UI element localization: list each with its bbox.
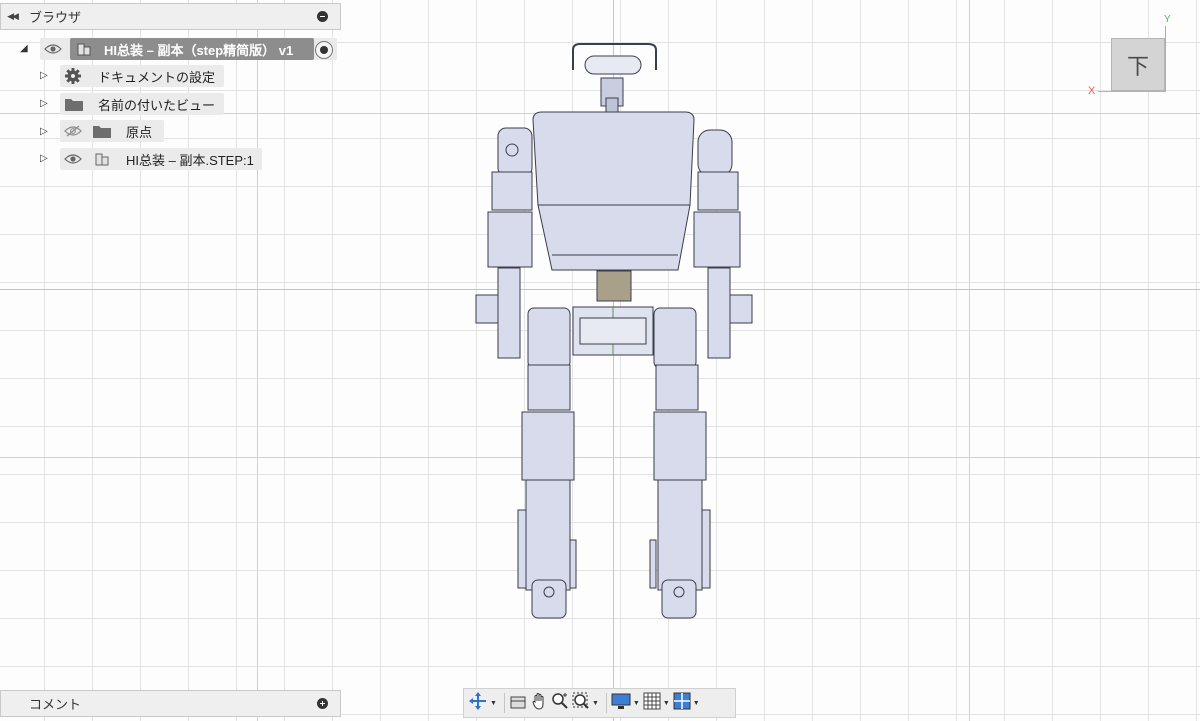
collapse-panel-icon[interactable]: ◀◀ xyxy=(1,11,23,22)
zoom-icon xyxy=(551,692,569,715)
fit-icon xyxy=(572,692,590,715)
orbit-icon xyxy=(468,691,488,716)
expand-item-icon[interactable]: ▷ xyxy=(40,98,48,109)
view-cube-face-label: 下 xyxy=(1126,53,1149,79)
component-icon xyxy=(76,41,92,57)
toolbar-separator xyxy=(605,693,607,713)
display-settings-icon xyxy=(611,692,631,715)
gear-icon xyxy=(64,67,82,85)
folder-icon xyxy=(92,123,112,139)
add-comment-button[interactable] xyxy=(317,698,328,709)
cube-x-label: X xyxy=(1088,85,1096,97)
grid-major-line xyxy=(969,0,970,721)
pan-icon xyxy=(530,692,548,715)
root-name: HI总装 – 副本（step精简版） v1 xyxy=(104,42,294,58)
minimize-panel-button[interactable] xyxy=(317,11,328,22)
expand-root-icon[interactable]: ◢ xyxy=(20,43,28,54)
look-at-button[interactable] xyxy=(509,691,527,715)
cube-y-label: Y xyxy=(1164,14,1171,25)
toolbar-separator xyxy=(503,693,505,713)
folder-icon xyxy=(64,96,84,112)
tree-item-label: 原点 xyxy=(126,124,153,140)
expand-item-icon[interactable]: ▷ xyxy=(40,70,48,81)
dropdown-arrow-icon[interactable]: ▼ xyxy=(663,700,670,707)
zoom-button[interactable] xyxy=(551,691,569,715)
look-at-icon xyxy=(509,692,527,715)
browser-panel-header: ◀◀ ブラウザ xyxy=(0,3,341,30)
pan-button[interactable] xyxy=(530,691,548,715)
visibility-eye-icon[interactable] xyxy=(44,43,64,55)
comments-label: コメント xyxy=(29,697,82,712)
fit-button[interactable]: ▼ xyxy=(572,691,599,715)
grid-snap-icon xyxy=(643,692,661,715)
visibility-eye-icon[interactable] xyxy=(64,153,84,165)
robot-model[interactable] xyxy=(470,40,760,625)
activate-radio-icon[interactable] xyxy=(315,41,333,59)
tree-item-label: HI总装 – 副本.STEP:1 xyxy=(126,152,254,168)
dropdown-arrow-icon[interactable]: ▼ xyxy=(693,700,700,707)
tree-item-named-views[interactable]: 名前の付いたビュー xyxy=(60,93,224,115)
tree-root-row[interactable]: HI总装 – 副本（step精简版） v1 xyxy=(40,38,337,60)
cube-y-axis xyxy=(1165,26,1166,91)
expand-item-icon[interactable]: ▷ xyxy=(40,153,48,164)
dropdown-arrow-icon[interactable]: ▼ xyxy=(490,700,497,707)
viewports-icon xyxy=(673,692,691,715)
expand-item-icon[interactable]: ▷ xyxy=(40,126,48,137)
display-settings-button[interactable]: ▼ xyxy=(611,691,640,715)
cube-x-axis xyxy=(1098,91,1166,92)
grid-major-line xyxy=(257,0,258,721)
dropdown-arrow-icon[interactable]: ▼ xyxy=(592,700,599,707)
navigation-toolbar: ▼ ▼ ▼ ▼ ▼ xyxy=(463,688,736,718)
component-icon xyxy=(94,151,110,167)
hidden-eye-icon[interactable] xyxy=(64,125,84,137)
grid-snap-button[interactable]: ▼ xyxy=(643,691,670,715)
browser-title: ブラウザ xyxy=(29,10,82,25)
tree-item-label: 名前の付いたビュー xyxy=(98,97,216,113)
tree-item-step-component[interactable]: HI总装 – 副本.STEP:1 xyxy=(60,148,262,170)
tree-item-origin[interactable]: 原点 xyxy=(60,120,164,142)
viewports-button[interactable]: ▼ xyxy=(673,691,700,715)
comments-panel: コメント xyxy=(0,690,341,717)
tree-root-label[interactable]: HI总装 – 副本（step精简版） v1 xyxy=(70,38,314,60)
dropdown-arrow-icon[interactable]: ▼ xyxy=(633,700,640,707)
orbit-button[interactable]: ▼ xyxy=(468,691,497,715)
tree-item-label: ドキュメントの設定 xyxy=(98,69,216,85)
tree-item-document-settings[interactable]: ドキュメントの設定 xyxy=(60,65,224,87)
view-cube[interactable]: 下 xyxy=(1111,38,1165,91)
